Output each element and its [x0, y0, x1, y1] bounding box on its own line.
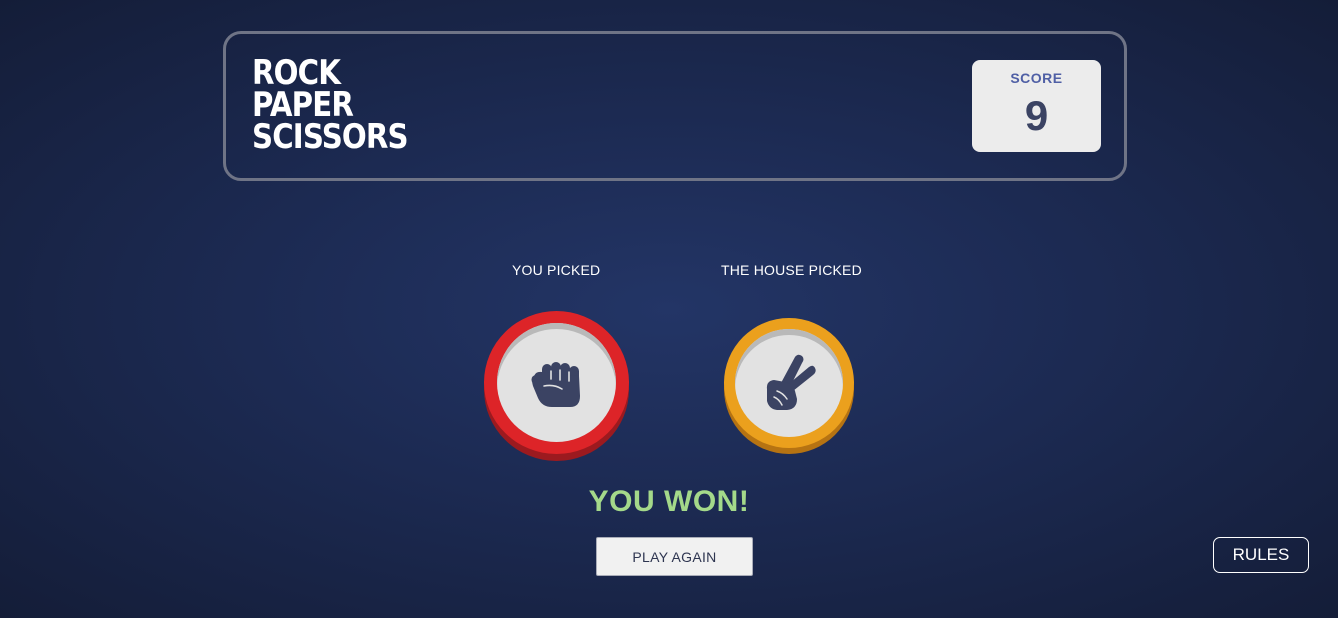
score-value: 9 [1024, 92, 1049, 139]
title-line-scissors: SCISSORS [252, 117, 409, 157]
score-label: SCORE [1010, 70, 1063, 86]
house-picked-label: THE HOUSE PICKED [721, 262, 862, 278]
rules-button[interactable]: RULES [1213, 537, 1309, 573]
game-title: ROCK PAPER SCISSORS [252, 56, 409, 157]
score-box: SCORE 9 [972, 60, 1101, 152]
scissors-hand-icon [766, 354, 816, 410]
user-pick-rock-chip [484, 311, 629, 461]
house-pick-scissors-chip [724, 318, 854, 454]
you-picked-label: YOU PICKED [512, 262, 601, 278]
result-text: YOU WON! [588, 485, 750, 518]
play-again-button[interactable]: PLAY AGAIN [596, 537, 753, 576]
scoreboard-header: ROCK PAPER SCISSORS SCORE 9 [223, 31, 1127, 181]
rock-fist-icon [531, 362, 580, 407]
